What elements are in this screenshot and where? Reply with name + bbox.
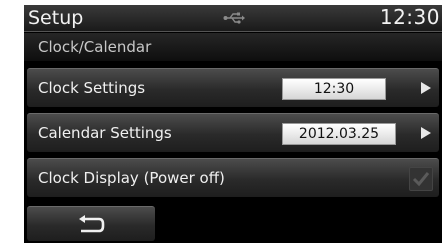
device-screen: Setup 12:30 Clock/Calendar Clock Setting… (24, 5, 442, 243)
checkmark-icon (412, 172, 430, 187)
status-bar: Setup 12:30 (24, 5, 442, 32)
clock-display-row[interactable]: Clock Display (Power off) (27, 158, 439, 197)
section-header: Clock/Calendar (24, 33, 442, 61)
calendar-settings-row[interactable]: Calendar Settings 2012.03.25 (27, 113, 439, 152)
right-arrow-icon[interactable] (421, 82, 431, 94)
right-arrow-icon[interactable] (421, 127, 431, 139)
clock-display-label: Clock Display (Power off) (38, 169, 225, 187)
clock-settings-row[interactable]: Clock Settings 12:30 (27, 68, 439, 107)
calendar-settings-label: Calendar Settings (38, 124, 172, 142)
calendar-value: 2012.03.25 (282, 123, 396, 145)
back-button[interactable] (27, 206, 155, 241)
clock-display-checkbox[interactable] (409, 167, 433, 191)
clock-settings-label: Clock Settings (38, 79, 146, 97)
back-arrow-icon (79, 215, 105, 233)
page-title: Setup (28, 7, 84, 29)
usb-icon (223, 12, 245, 24)
clock-value: 12:30 (282, 78, 386, 100)
section-title: Clock/Calendar (38, 38, 152, 56)
clock-time: 12:30 (379, 5, 440, 29)
